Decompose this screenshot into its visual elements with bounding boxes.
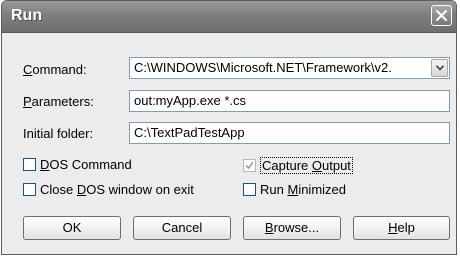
browse-button[interactable]: Browse... [243, 216, 341, 240]
window-title: Run [11, 7, 43, 24]
dos-command-option[interactable]: DOS Command [23, 157, 132, 172]
initial-folder-label: Initial folder: [23, 126, 94, 141]
dos-command-label: DOS Command [40, 157, 132, 172]
dos-command-checkbox[interactable] [23, 158, 36, 171]
capture-output-label: Capture Output [260, 157, 353, 174]
capture-output-option[interactable]: Capture Output [243, 157, 353, 174]
run-minimized-label: Run Minimized [260, 182, 346, 197]
parameters-input[interactable]: out:myApp.exe *.cs [129, 90, 450, 112]
command-value: C:\WINDOWS\Microsoft.NET\Framework\v2. [134, 60, 392, 75]
run-minimized-option[interactable]: Run Minimized [243, 182, 346, 197]
close-dos-window-checkbox[interactable] [23, 183, 36, 196]
close-button[interactable] [431, 5, 452, 26]
close-dos-window-option[interactable]: Close DOS window on exit [23, 182, 194, 197]
parameters-label: Parameters: [23, 94, 94, 109]
command-combobox[interactable]: C:\WINDOWS\Microsoft.NET\Framework\v2. [129, 57, 450, 79]
title-bar[interactable]: Run [2, 1, 456, 33]
command-label: Command: [23, 62, 87, 77]
chevron-down-icon [436, 65, 444, 71]
initial-folder-value: C:\TextPadTestApp [134, 125, 245, 140]
run-minimized-checkbox[interactable] [243, 183, 256, 196]
help-button[interactable]: Help [353, 216, 450, 240]
check-icon [245, 161, 254, 170]
initial-folder-input[interactable]: C:\TextPadTestApp [129, 122, 450, 144]
close-dos-window-label: Close DOS window on exit [40, 182, 194, 197]
command-dropdown-button[interactable] [431, 59, 448, 77]
cancel-button[interactable]: Cancel [133, 216, 231, 240]
ok-button[interactable]: OK [23, 216, 121, 240]
capture-output-checkbox[interactable] [243, 159, 256, 172]
close-icon [436, 10, 447, 21]
parameters-value: out:myApp.exe *.cs [134, 93, 246, 108]
run-dialog: Run Command: C:\WINDOWS\Microsoft.NET\Fr… [1, 0, 457, 255]
